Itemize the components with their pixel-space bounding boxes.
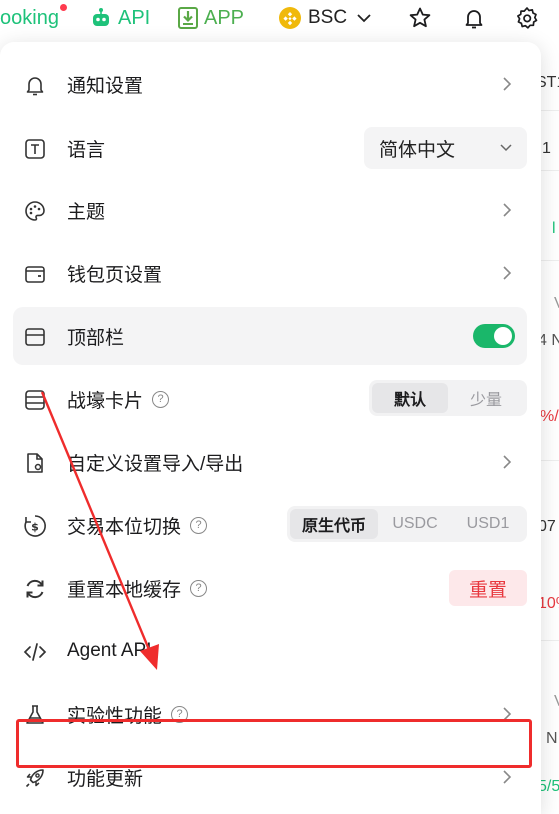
api-label: API — [118, 6, 151, 29]
code-icon — [22, 639, 48, 665]
rocket-icon — [22, 765, 48, 791]
wallet-page-settings-label: 钱包页设置 — [67, 264, 163, 286]
bg-text: V — [554, 693, 559, 711]
language-label: 语言 — [67, 139, 106, 161]
agent-api-item[interactable]: Agent API — [13, 622, 527, 680]
app-link[interactable]: APP — [178, 0, 244, 36]
custom-import-export-label: 自定义设置导入/导出 — [67, 453, 244, 475]
booking-link[interactable]: ooking — [0, 0, 67, 36]
top-nav-bar: ooking API APP BSC — [0, 0, 559, 40]
custom-import-export-item[interactable]: 自定义设置导入/导出 — [13, 433, 527, 491]
notification-settings-label: 通知设置 — [67, 75, 144, 97]
network-selector[interactable]: BSC — [278, 0, 371, 36]
bg-text: 5/50 — [538, 778, 559, 795]
wallet-page-settings-item[interactable]: 钱包页设置 — [13, 244, 527, 302]
agent-api-label: Agent API — [67, 640, 152, 661]
booking-label: ooking — [0, 6, 59, 29]
theme-label: 主题 — [67, 201, 106, 223]
experimental-features-item[interactable]: 实验性功能 ? — [13, 685, 527, 743]
api-link[interactable]: API — [90, 0, 150, 36]
bg-text: V — [554, 295, 559, 313]
battle-card-segmented: 默认 少量 — [369, 380, 527, 416]
toggle-knob — [494, 327, 512, 345]
battle-card-option-default[interactable]: 默认 — [372, 383, 448, 413]
reset-cache-label: 重置本地缓存 — [67, 579, 182, 601]
settings-menu: 通知设置 语言 简体中文 主题 钱包页设置 顶部栏 战壕卡片 ? 默认 少量 自… — [0, 42, 541, 814]
battle-card-item: 战壕卡片 ? 默认 少量 — [13, 370, 527, 428]
reset-button[interactable]: 重置 — [449, 570, 527, 606]
trade-currency-option-native[interactable]: 原生代币 — [290, 509, 378, 539]
top-bar-toggle[interactable] — [473, 324, 515, 348]
trade-currency-label: 交易本位切换 — [67, 516, 182, 538]
chevron-right-icon — [503, 266, 512, 280]
notification-settings-item[interactable]: 通知设置 — [13, 55, 527, 113]
wallet-icon — [22, 261, 48, 287]
top-bar-icon — [22, 324, 48, 350]
chevron-right-icon — [503, 77, 512, 91]
gear-icon[interactable] — [514, 5, 540, 31]
language-dropdown[interactable]: 简体中文 — [364, 127, 527, 169]
language-item: 语言 简体中文 — [13, 119, 527, 177]
chevron-right-icon — [503, 455, 512, 469]
battle-card-label: 战壕卡片 — [67, 390, 144, 412]
file-settings-icon — [22, 450, 48, 476]
chevron-right-icon — [503, 203, 512, 217]
bg-text: N — [546, 730, 558, 747]
help-icon[interactable]: ? — [171, 705, 189, 723]
bell-icon — [22, 72, 48, 98]
feature-updates-item[interactable]: 功能更新 — [13, 748, 527, 806]
trade-currency-label-group: 交易本位切换 ? — [67, 512, 208, 539]
bnb-coin-icon — [278, 6, 302, 30]
notification-dot — [59, 4, 67, 11]
reset-cache-label-group: 重置本地缓存 ? — [67, 575, 208, 602]
experimental-features-label: 实验性功能 — [67, 705, 163, 727]
refresh-icon — [22, 576, 48, 602]
help-icon[interactable]: ? — [190, 579, 208, 597]
reset-cache-item: 重置本地缓存 ? 重置 — [13, 559, 527, 617]
download-icon — [178, 7, 198, 29]
trade-currency-option-usdc[interactable]: USDC — [378, 509, 452, 539]
text-icon — [22, 136, 48, 162]
bg-text: 10% — [538, 595, 559, 612]
chevron-down-icon — [357, 13, 371, 23]
help-icon[interactable]: ? — [190, 516, 208, 534]
trade-currency-item: $ 交易本位切换 ? 原生代币 USDC USD1 — [13, 496, 527, 554]
svg-text:$: $ — [31, 521, 39, 534]
dollar-circle-icon: $ — [22, 513, 48, 539]
bg-text: 4 N — [538, 332, 559, 349]
battle-card-option-few[interactable]: 少量 — [448, 383, 524, 413]
palette-icon — [22, 198, 48, 224]
app-label: APP — [204, 6, 245, 29]
bell-icon[interactable] — [461, 5, 487, 31]
language-dropdown-value: 简体中文 — [379, 139, 456, 161]
star-icon[interactable] — [407, 5, 433, 31]
network-label: BSC — [308, 7, 348, 28]
robot-icon — [90, 7, 112, 29]
chevron-down-icon — [500, 144, 512, 152]
trade-currency-option-usd1[interactable]: USD1 — [452, 509, 524, 539]
feature-updates-label: 功能更新 — [67, 768, 144, 790]
theme-item[interactable]: 主题 — [13, 181, 527, 239]
bg-text: %/ — [540, 408, 559, 425]
battle-card-label-group: 战壕卡片 ? — [67, 386, 170, 413]
bg-text: 1 — [542, 140, 551, 157]
trade-currency-segmented: 原生代币 USDC USD1 — [287, 506, 527, 542]
experimental-features-label-group: 实验性功能 ? — [67, 701, 189, 728]
flask-icon — [22, 702, 48, 728]
help-icon[interactable]: ? — [152, 390, 170, 408]
chevron-right-icon — [503, 707, 512, 721]
top-bar-label: 顶部栏 — [67, 327, 125, 349]
card-list-icon — [22, 387, 48, 413]
chevron-right-icon — [503, 770, 512, 784]
bg-text: l — [552, 220, 556, 237]
top-bar-item: 顶部栏 — [13, 307, 527, 365]
